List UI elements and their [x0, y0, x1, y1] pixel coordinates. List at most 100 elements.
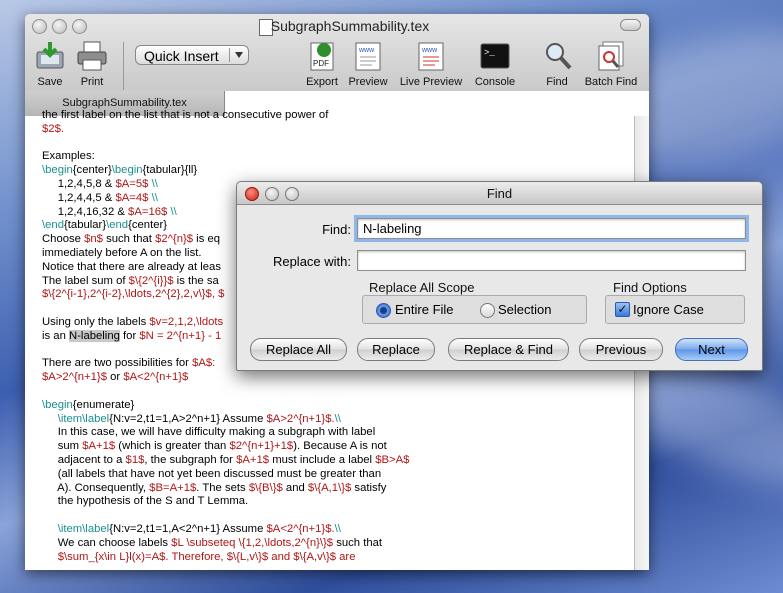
quick-insert-label: Quick Insert	[144, 48, 219, 64]
next-button[interactable]: Next	[675, 338, 748, 361]
code-line: adjacent to a $1$, the subgraph for $A+1…	[42, 454, 410, 468]
replace-all-button[interactable]: Replace All	[250, 338, 347, 361]
code-line: \end{tabular}\end{center}	[42, 219, 167, 233]
batch-find-button[interactable]: Batch Find	[581, 40, 641, 88]
latex-command: \\	[148, 178, 158, 190]
search-match: N-labeling	[69, 329, 120, 342]
console-button[interactable]: >_ Console	[472, 40, 518, 88]
latex-math: $1$	[125, 454, 145, 466]
previous-button[interactable]: Previous	[579, 338, 663, 361]
code-line: (all labels that have not yet been discu…	[42, 468, 381, 482]
code-line: \begin{enumerate}	[42, 399, 134, 413]
code-text: satisfy	[351, 481, 387, 494]
preview-label: Preview	[348, 76, 388, 88]
code-line: sum $A+1$ (which is greater than $2^{n+1…	[42, 440, 387, 454]
console-label: Console	[474, 76, 516, 88]
replace-and-find-button[interactable]: Replace & Find	[448, 338, 569, 361]
code-line: 1,2,4,5,8 & $A=5$ \\	[42, 178, 158, 192]
code-line: There are two possibilities for $A$:	[42, 357, 215, 371]
latex-math: $2^{n}$	[155, 233, 194, 246]
export-button[interactable]: PDF Export	[303, 40, 341, 88]
ignore-case-checkbox[interactable]: ✓	[615, 302, 630, 317]
find-dialog-titlebar: Find	[237, 182, 762, 205]
latex-math: $A>2^{n+1}$.	[266, 412, 335, 425]
code-line: Examples:	[42, 150, 95, 164]
live-preview-button[interactable]: www Live Preview	[397, 40, 465, 88]
toolbar-divider	[123, 42, 124, 90]
pdf-export-icon: PDF	[306, 40, 338, 72]
code-text: 1,2,4,16,32 &	[42, 205, 129, 218]
print-label: Print	[80, 76, 104, 88]
options-group-title: Find Options	[613, 280, 687, 295]
replace-button[interactable]: Replace	[357, 338, 435, 361]
latex-math: $B=A+1$	[149, 481, 197, 494]
latex-math: $B>A$	[375, 454, 410, 466]
code-line: Choose $n$ such that $2^{n}$ is eq	[42, 233, 220, 247]
code-line: $\sum_{x\in L}l(x)=A$. Therefore, $\{L,v…	[42, 550, 356, 565]
scope-group-title: Replace All Scope	[369, 280, 475, 295]
code-text: for	[119, 329, 140, 342]
dropdown-divider	[229, 48, 230, 62]
code-text: {tabular}	[64, 219, 107, 232]
code-text: {N:v=2,t1=1,A>2^n+1}	[109, 412, 221, 425]
find-label: Find	[546, 76, 568, 88]
scope-selection-label: Selection	[498, 302, 552, 317]
code-text: ). Because A is not	[293, 440, 387, 453]
code-text: A). Consequently,	[42, 481, 150, 494]
code-text: The label sum of	[42, 274, 129, 287]
scope-entire-file-label: Entire File	[395, 302, 454, 317]
latex-math: $\{B\}$	[248, 481, 283, 494]
svg-text:PDF: PDF	[313, 59, 329, 68]
code-text: such that	[102, 233, 156, 246]
find-input-value: N-labeling	[363, 221, 422, 236]
latex-math: $A$:	[192, 357, 216, 370]
save-button[interactable]: Save	[33, 40, 67, 88]
latex-math: $\{2^{i-1},2^{i-2},\ldots,2^{2},2,v\}$, …	[42, 288, 225, 301]
code-line: the first label on the list that is not …	[42, 109, 328, 123]
latex-math: $A+1$	[82, 440, 116, 453]
code-text: {tabular}{ll}	[142, 164, 198, 177]
batch-find-icon	[595, 40, 627, 72]
latex-math: $A=5$	[115, 178, 149, 190]
latex-math: $\sum_{x\in L}l(x)=A$. Therefore, $\{L,v…	[42, 550, 356, 563]
find-toolbar-button[interactable]: Find	[542, 40, 572, 88]
live-preview-icon: www	[415, 40, 447, 72]
code-text: {enumerate}	[72, 398, 135, 411]
toolbar-toggle-button[interactable]	[620, 19, 641, 31]
scope-selection-radio[interactable]	[480, 303, 495, 318]
live-preview-label: Live Preview	[399, 76, 463, 88]
find-dialog-title: Find	[486, 186, 513, 201]
preview-button[interactable]: www Preview	[347, 40, 389, 88]
code-text: (which is greater than	[115, 440, 230, 453]
latex-command: \item\label	[42, 412, 110, 425]
svg-text:www: www	[358, 47, 375, 54]
latex-command: \begin	[42, 164, 73, 177]
code-line: is an N-labeling for $N = 2^{n+1} - 1	[42, 329, 221, 344]
code-text: and	[282, 481, 308, 494]
quick-insert-dropdown[interactable]: Quick Insert	[135, 45, 249, 65]
find-dialog: Find Find: N-labeling Replace with: Repl…	[236, 181, 763, 371]
code-line: 1,2,4,4,5 & $A=4$ \\	[42, 192, 158, 206]
chevron-down-icon	[235, 52, 243, 58]
code-text: (all labels that have not yet been discu…	[42, 467, 382, 480]
svg-text:www: www	[421, 47, 438, 54]
latex-math: $A<2^{n+1}$.	[266, 523, 335, 535]
code-text: must include a label	[269, 454, 376, 466]
code-line: Using only the labels $v=2,1,2,\ldots	[42, 316, 223, 330]
replace-input[interactable]	[357, 250, 746, 271]
svg-text:>_: >_	[484, 48, 495, 58]
code-text: , the subgraph for	[144, 454, 237, 466]
find-input[interactable]: N-labeling	[357, 218, 746, 239]
ignore-case-label: Ignore Case	[633, 302, 704, 317]
latex-math: $A=16$	[128, 205, 168, 218]
code-text: . The sets	[196, 481, 249, 494]
code-text: is the sa	[173, 274, 219, 287]
latex-command: \\	[167, 205, 177, 218]
latex-math: $\{A,1\}$	[307, 481, 352, 494]
save-icon	[34, 40, 66, 72]
print-button[interactable]: Print	[75, 40, 109, 88]
scope-entire-file-radio[interactable]	[376, 303, 391, 318]
code-text: 1,2,4,4,5 &	[42, 191, 116, 204]
latex-math: $A>2^{n+1}$	[42, 371, 107, 384]
code-text: is eq	[193, 233, 221, 246]
